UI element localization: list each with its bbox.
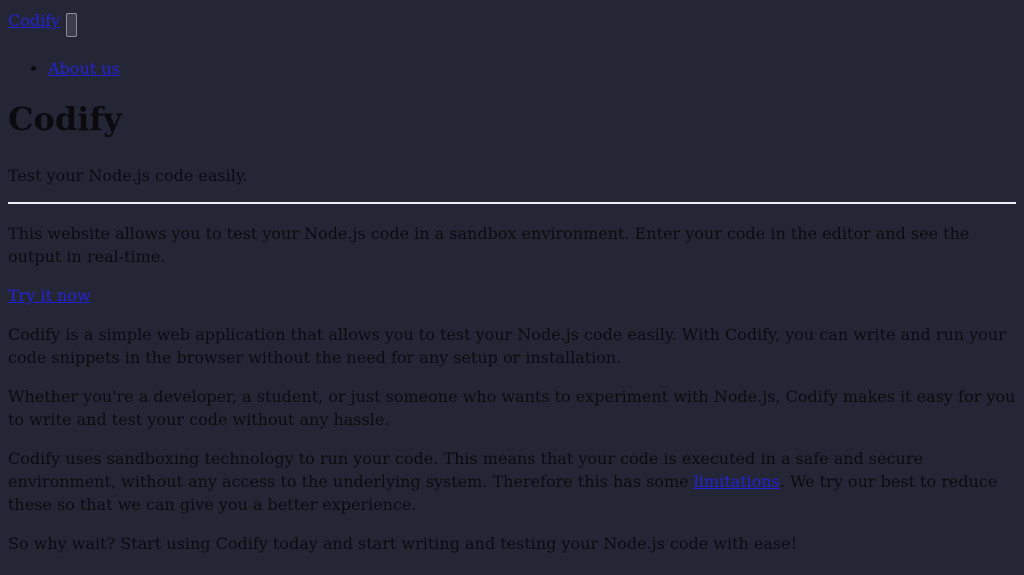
divider <box>8 202 1016 204</box>
main-content: Codify Test your Node.js code easily. Th… <box>8 101 1016 555</box>
navbar-toggle-button[interactable] <box>66 13 78 37</box>
nav-item-about: About us <box>48 57 1016 80</box>
try-it-now-link[interactable]: Try it now <box>8 284 1016 307</box>
about-paragraph-4: So why wait? Start using Codify today an… <box>8 534 798 553</box>
intro-text: This website allows you to test your Nod… <box>8 224 970 266</box>
navbar: Codify About us <box>8 8 1016 80</box>
lead-text: Test your Node.js code easily. <box>8 166 248 185</box>
nav-link-about-us[interactable]: About us <box>48 59 120 78</box>
about-paragraph-1: Codify is a simple web application that … <box>8 325 1006 367</box>
nav-list: About us <box>8 57 1016 80</box>
page-title: Codify <box>8 100 122 138</box>
about-paragraph-2: Whether you're a developer, a student, o… <box>8 387 1016 429</box>
brand-link[interactable]: Codify <box>8 9 60 32</box>
navbar-top: Codify <box>8 8 1016 38</box>
limitations-link[interactable]: limitations <box>694 472 780 491</box>
about-paragraph-3: Codify uses sandboxing technology to run… <box>8 447 1016 516</box>
